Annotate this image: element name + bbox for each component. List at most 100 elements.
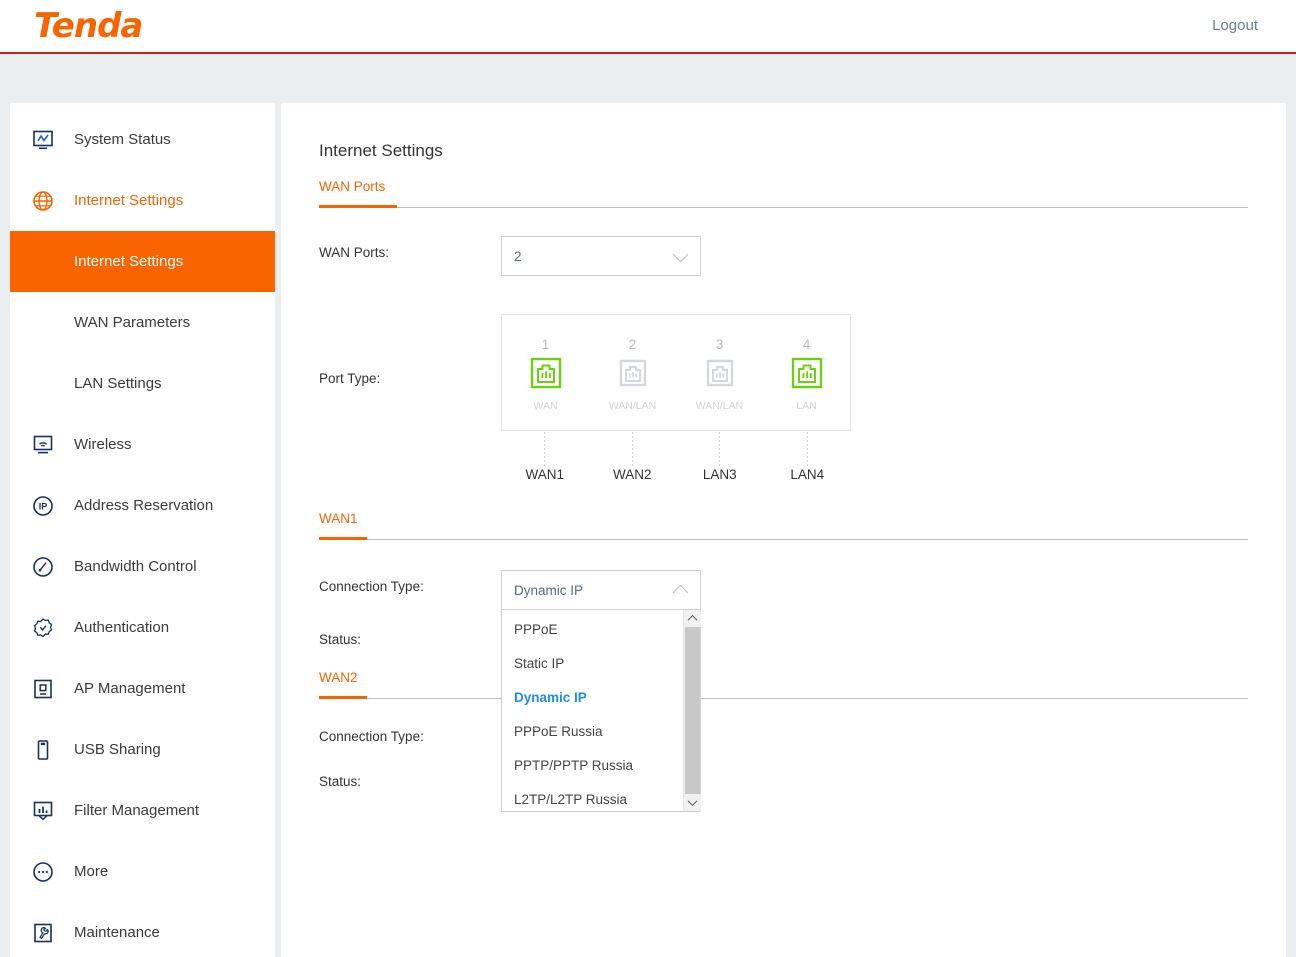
sidebar-item-authentication[interactable]: Authentication — [10, 597, 275, 658]
sidebar-item-label: Filter Management — [74, 802, 200, 819]
tab-bar-wan2: WAN2 — [319, 669, 1248, 699]
dropdown-option-pppoe[interactable]: PPPoE — [502, 612, 683, 646]
dropdown-option-pptp-russia[interactable]: PPTP/PPTP Russia — [502, 748, 683, 782]
port-number: 4 — [802, 336, 811, 353]
wan-ports-select[interactable]: 2 — [501, 236, 701, 276]
filter-chart-icon — [30, 798, 56, 824]
tab-active-underline — [319, 696, 367, 699]
sidebar-item-maintenance[interactable]: Maintenance — [10, 902, 275, 957]
wan1-connection-type-dropdown[interactable]: PPPoE Static IP Dynamic IP PPPoE Russia … — [501, 610, 701, 812]
chevron-up-icon — [687, 614, 697, 625]
sidebar-item-label: Wireless — [74, 436, 132, 453]
dropdown-option-list: PPPoE Static IP Dynamic IP PPPoE Russia … — [502, 610, 683, 811]
wan2-status-label: Status: — [319, 774, 362, 789]
scroll-down-button[interactable] — [683, 794, 701, 811]
wifi-monitor-icon — [30, 432, 56, 458]
sidebar-item-label: More — [74, 863, 109, 880]
wan1-status-row: Status: — [319, 632, 1248, 647]
logout-link[interactable]: Logout — [1212, 17, 1258, 34]
wan1-connection-type-label: Connection Type: — [319, 579, 424, 594]
tab-wan2[interactable]: WAN2 — [319, 670, 358, 694]
sidebar-item-more[interactable]: More — [10, 841, 275, 902]
port-type-text: WAN — [533, 400, 558, 413]
verified-badge-icon — [30, 615, 56, 641]
tab-wan1[interactable]: WAN1 — [319, 511, 358, 535]
sidebar-item-usb-sharing[interactable]: USB Sharing — [10, 719, 275, 780]
sidebar-subitem-label: Internet Settings — [74, 253, 184, 270]
tab-wan-ports[interactable]: WAN Ports — [319, 179, 385, 203]
port-type-text: LAN — [796, 400, 817, 413]
page-title: Internet Settings — [319, 141, 443, 160]
sidebar-item-wireless[interactable]: Wireless — [10, 414, 275, 475]
port-number: 1 — [541, 336, 550, 353]
scrollbar-thumb[interactable] — [684, 627, 700, 794]
tab-bar-wan1: WAN1 — [319, 510, 1248, 540]
app-header: Tenda Logout — [0, 0, 1296, 54]
port-cell-3[interactable]: 3 WAN/LAN — [676, 315, 763, 430]
port-cell-4[interactable]: 4 LAN — [763, 315, 850, 430]
tab-bar-wan-ports: WAN Ports — [319, 178, 1248, 208]
port-name-labels: WAN1 WAN2 LAN3 LAN4 — [501, 467, 851, 482]
tenda-logo: Tenda — [34, 6, 143, 46]
sidebar-subitem-internet-settings[interactable]: Internet Settings — [10, 231, 275, 292]
port-number: 3 — [715, 336, 724, 353]
wan2-connection-type-row: Connection Type: — [319, 729, 1248, 744]
wan-ports-row: WAN Ports: 2 — [319, 236, 1248, 276]
dropdown-option-dynamic-ip[interactable]: Dynamic IP — [502, 680, 683, 714]
svg-text:IP: IP — [39, 501, 48, 511]
sidebar-item-label: AP Management — [74, 680, 186, 697]
port-label: WAN1 — [525, 467, 564, 482]
sidebar-item-address-reservation[interactable]: IP Address Reservation — [10, 475, 275, 536]
port-type-label: Port Type: — [319, 371, 381, 386]
usb-drive-icon — [30, 737, 56, 763]
gauge-icon — [30, 554, 56, 580]
ip-circle-icon: IP — [30, 493, 56, 519]
header-actions: Logout — [1212, 17, 1258, 35]
port-type-text: WAN/LAN — [608, 400, 657, 413]
wan2-connection-type-label: Connection Type: — [319, 729, 424, 744]
scroll-up-button[interactable] — [683, 610, 701, 627]
dropdown-option-pppoe-russia[interactable]: PPPoE Russia — [502, 714, 683, 748]
rj45-port-icon — [704, 357, 736, 394]
port-label: LAN4 — [790, 467, 825, 482]
port-cell-2[interactable]: 2 WAN/LAN — [589, 315, 676, 430]
sidebar-item-filter-management[interactable]: Filter Management — [10, 780, 275, 841]
port-type-row: Port Type: 1 WAN 2 WAN/LAN 3 WAN/LAN 4 L… — [319, 314, 1248, 482]
wan1-status-label: Status: — [319, 632, 362, 647]
port-cell-1[interactable]: 1 WAN — [502, 315, 589, 430]
ports-box: 1 WAN 2 WAN/LAN 3 WAN/LAN 4 LAN — [501, 314, 851, 431]
rj45-port-icon — [530, 357, 562, 394]
sidebar: System Status Internet Settings Internet… — [10, 103, 275, 957]
port-connector-lines — [501, 432, 851, 468]
globe-icon — [30, 188, 56, 214]
sidebar-item-ap-management[interactable]: AP Management — [10, 658, 275, 719]
sidebar-item-label: Bandwidth Control — [74, 558, 197, 575]
dropdown-option-l2tp-russia[interactable]: L2TP/L2TP Russia — [502, 782, 683, 811]
access-point-icon — [30, 676, 56, 702]
rj45-port-icon — [617, 357, 649, 394]
sidebar-subitem-lan-settings[interactable]: LAN Settings — [10, 353, 275, 414]
content-panel: Internet Settings WAN Ports WAN Ports: 2… — [281, 103, 1286, 957]
rj45-port-icon — [791, 357, 823, 394]
sidebar-item-label: System Status — [74, 131, 171, 148]
wan1-connection-type-value: Dynamic IP — [514, 582, 584, 598]
tab-active-underline — [319, 205, 397, 208]
port-type-text: WAN/LAN — [695, 400, 744, 413]
port-label: LAN3 — [702, 467, 737, 482]
wan-ports-label: WAN Ports: — [319, 245, 390, 260]
wan1-connection-type-row: Connection Type: Dynamic IP PPPoE Static… — [319, 570, 1248, 812]
sidebar-item-internet-settings[interactable]: Internet Settings — [10, 170, 275, 231]
monitor-chart-icon — [30, 127, 56, 153]
sidebar-item-label: USB Sharing — [74, 741, 161, 758]
sidebar-subitem-wan-parameters[interactable]: WAN Parameters — [10, 292, 275, 353]
dropdown-option-static-ip[interactable]: Static IP — [502, 646, 683, 680]
port-label: WAN2 — [612, 467, 652, 482]
ellipsis-circle-icon — [30, 859, 56, 885]
sidebar-item-system-status[interactable]: System Status — [10, 109, 275, 170]
wan2-status-row: Status: Disconnected — [319, 774, 1248, 789]
dropdown-scrollbar[interactable] — [683, 610, 701, 811]
chevron-down-icon — [687, 796, 697, 807]
sidebar-item-bandwidth-control[interactable]: Bandwidth Control — [10, 536, 275, 597]
wan1-connection-type-select[interactable]: Dynamic IP — [501, 570, 701, 610]
sidebar-subitem-label: WAN Parameters — [74, 314, 191, 331]
